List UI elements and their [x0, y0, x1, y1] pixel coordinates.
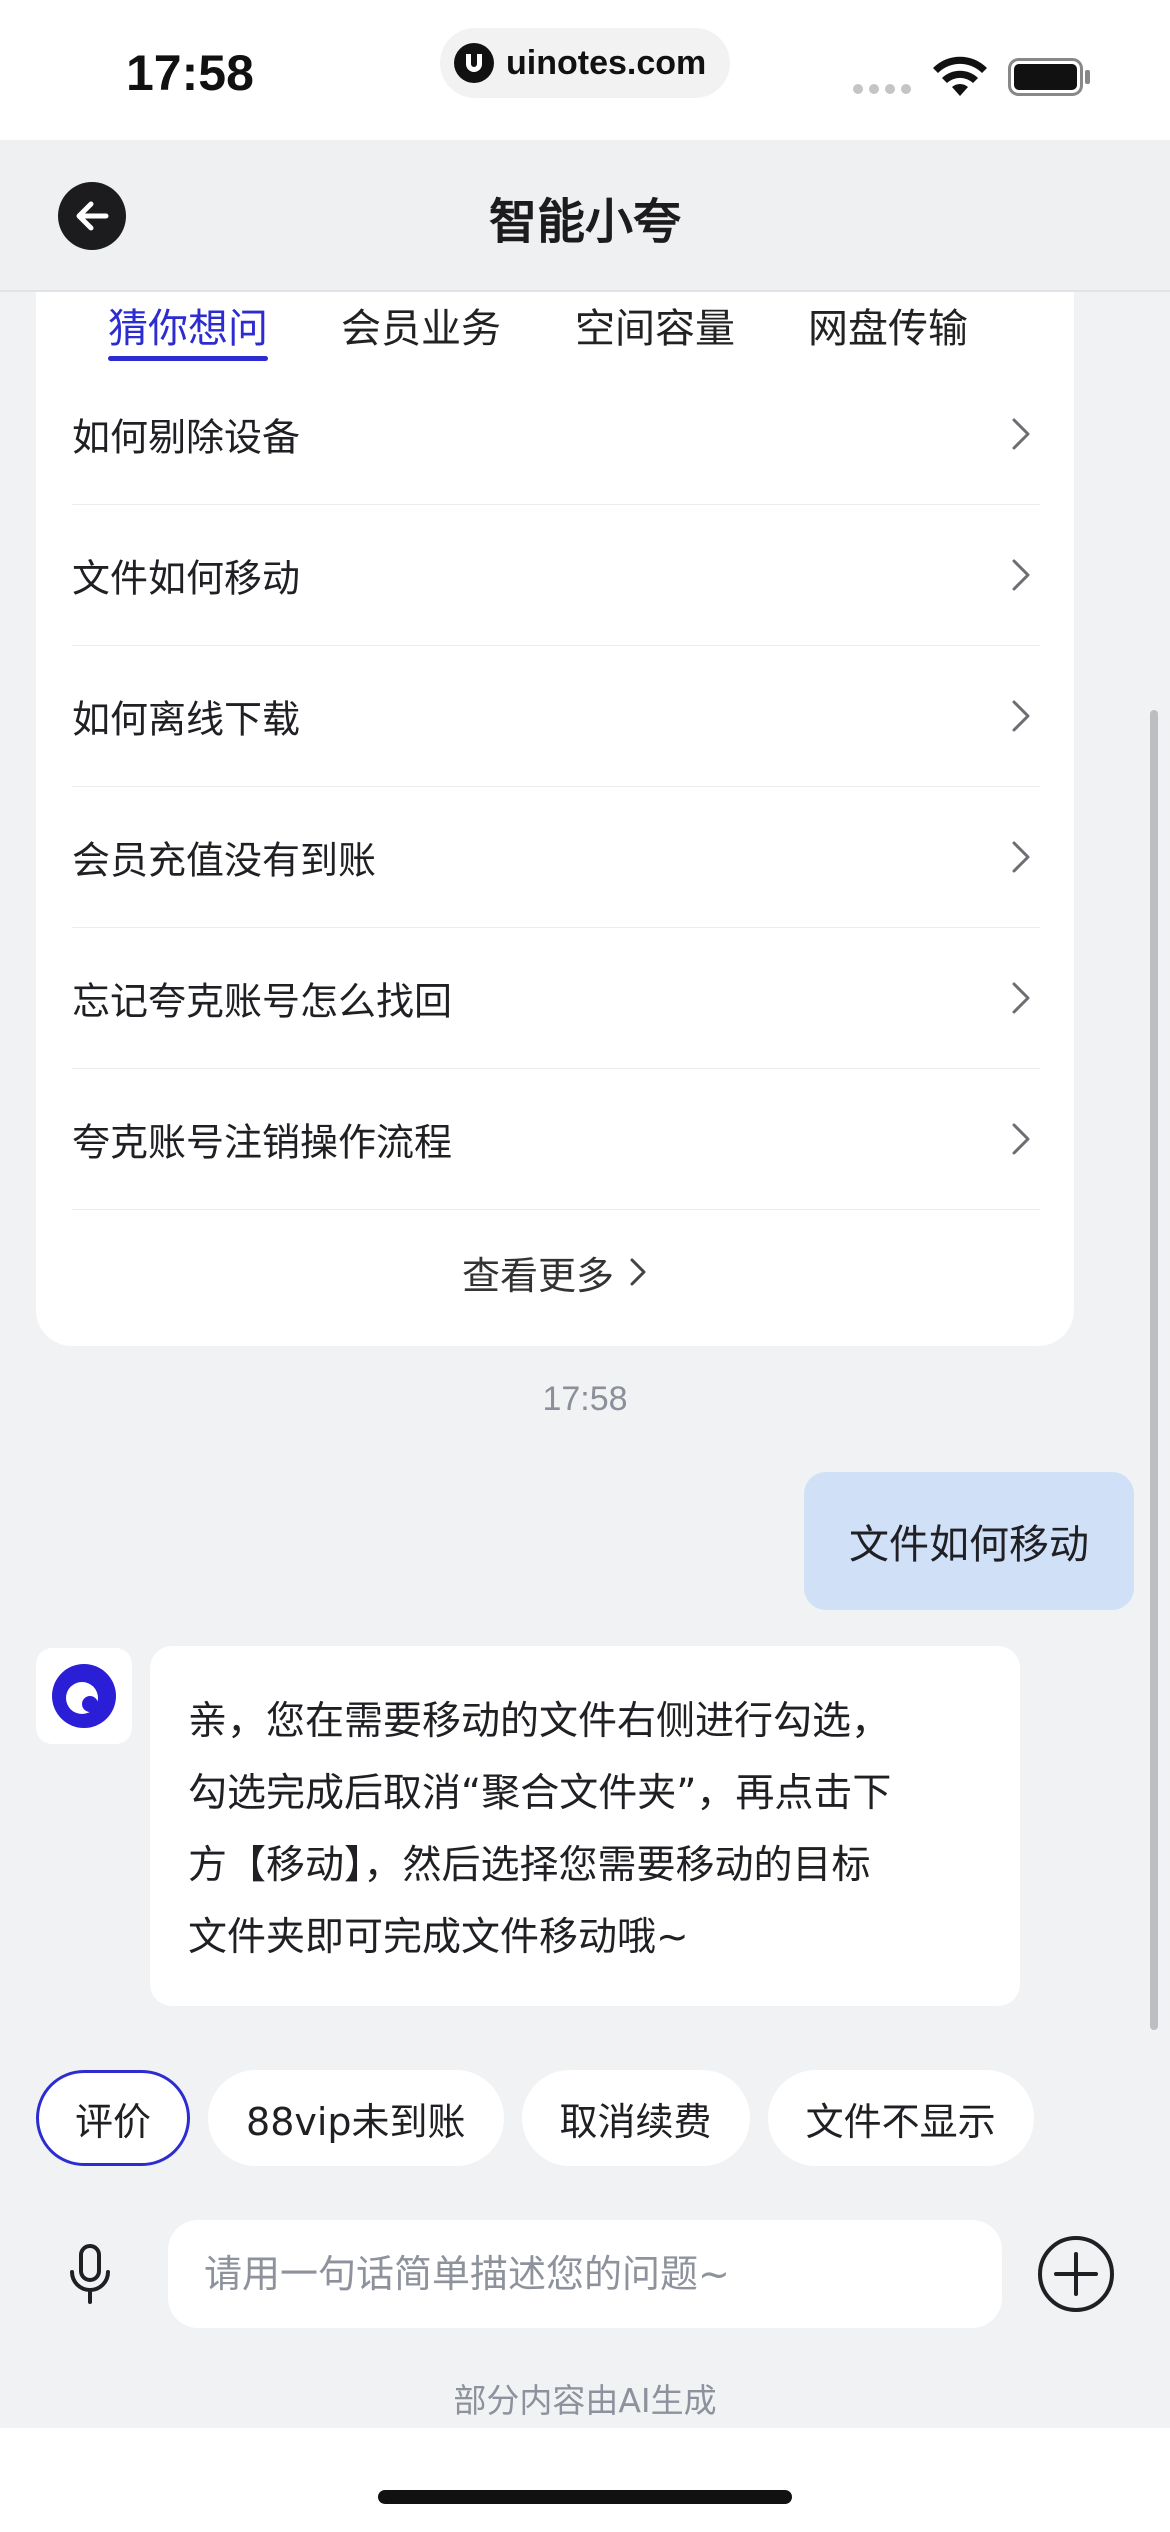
bot-message-line: 亲，您在需要移动的文件右侧进行勾选， — [188, 1699, 891, 1744]
tab-storage[interactable]: 空间容量 — [575, 296, 735, 354]
faq-label: 忘记夸克账号怎么找回 — [72, 979, 453, 1024]
chat-timestamp: 17:58 — [542, 1380, 628, 1418]
status-time: 17:58 — [126, 45, 254, 101]
faq-item[interactable]: 如何离线下载 — [72, 646, 1040, 787]
faq-item[interactable]: 夸克账号注销操作流程 — [72, 1069, 1040, 1210]
user-message-bubble: 文件如何移动 — [804, 1472, 1134, 1610]
status-bar: 17:58 uinotes.com — [0, 0, 1170, 140]
bot-avatar — [36, 1648, 132, 1744]
chevron-right-icon — [1012, 700, 1030, 732]
see-more-label: 查看更多 — [461, 1253, 614, 1298]
header: 智能小夸 — [0, 140, 1170, 292]
bot-message-line: 文件夹即可完成文件移动哦~ — [188, 1915, 689, 1960]
chevron-right-icon — [1012, 1123, 1030, 1155]
active-tab-underline — [108, 356, 268, 361]
quark-logo-icon — [52, 1664, 116, 1728]
battery-icon — [1008, 58, 1090, 96]
faq-card: 猜你想问 会员业务 空间容量 网盘传输 如何剔除设备 文件如何移动 如何离线下载… — [36, 292, 1074, 1346]
faq-item[interactable]: 文件如何移动 — [72, 505, 1040, 646]
add-button[interactable] — [1036, 2234, 1116, 2318]
site-logo-icon — [454, 43, 494, 83]
faq-tabs: 猜你想问 会员业务 空间容量 网盘传输 — [36, 292, 1074, 364]
mic-button[interactable] — [62, 2240, 118, 2312]
page-title: 智能小夸 — [488, 194, 681, 250]
quick-reply-rate[interactable]: 评价 — [36, 2070, 191, 2166]
wifi-icon — [933, 56, 987, 96]
chevron-right-icon — [1012, 418, 1030, 450]
chevron-right-icon — [1012, 559, 1030, 591]
see-more-link[interactable]: 查看更多 — [36, 1222, 1074, 1322]
cellular-signal-icon — [853, 84, 911, 94]
faq-item[interactable]: 会员充值没有到账 — [72, 787, 1040, 928]
chevron-right-icon — [1012, 841, 1030, 873]
microphone-icon — [70, 2244, 110, 2304]
faq-label: 会员充值没有到账 — [72, 838, 377, 883]
chevron-right-icon — [1012, 982, 1030, 1014]
faq-item[interactable]: 如何剔除设备 — [72, 364, 1040, 505]
quick-reply-88vip[interactable]: 88vip未到账 — [208, 2070, 504, 2166]
home-indicator[interactable] — [378, 2490, 792, 2504]
chevron-right-icon — [630, 1258, 646, 1286]
faq-label: 如何离线下载 — [72, 697, 301, 742]
ai-notice: 部分内容由AI生成 — [453, 2381, 717, 2420]
bot-message-line: 方【移动】，然后选择您需要移动的目标 — [188, 1843, 871, 1888]
faq-label: 文件如何移动 — [72, 556, 301, 601]
faq-item[interactable]: 忘记夸克账号怎么找回 — [72, 928, 1040, 1069]
tab-transfer[interactable]: 网盘传输 — [808, 296, 968, 354]
quick-reply-cancel-renewal[interactable]: 取消续费 — [521, 2070, 750, 2166]
plus-circle-icon — [1038, 2236, 1114, 2312]
tab-guess[interactable]: 猜你想问 — [108, 296, 268, 354]
home-area — [0, 2428, 1170, 2532]
url-text: uinotes.com — [506, 43, 707, 82]
faq-label: 如何剔除设备 — [72, 415, 301, 460]
scrollbar[interactable] — [1150, 710, 1158, 2030]
bot-message-line: 勾选完成后取消“聚合文件夹”，再点击下 — [188, 1771, 892, 1816]
quick-reply-file-hidden[interactable]: 文件不显示 — [767, 2070, 1034, 2166]
faq-label: 夸克账号注销操作流程 — [72, 1120, 453, 1165]
bot-message-bubble: 亲，您在需要移动的文件右侧进行勾选， 勾选完成后取消“聚合文件夹”，再点击下 方… — [150, 1646, 1020, 2006]
quick-reply-chips: 评价 88vip未到账 取消续费 文件不显示 — [36, 2070, 1034, 2166]
tab-membership[interactable]: 会员业务 — [341, 296, 501, 354]
message-input[interactable] — [168, 2220, 1002, 2328]
bottom-panel: 评价 88vip未到账 取消续费 文件不显示 部分内容由AI生成 — [0, 2040, 1170, 2428]
user-message-text: 文件如何移动 — [849, 1522, 1089, 1568]
url-pill[interactable]: uinotes.com — [440, 28, 730, 98]
